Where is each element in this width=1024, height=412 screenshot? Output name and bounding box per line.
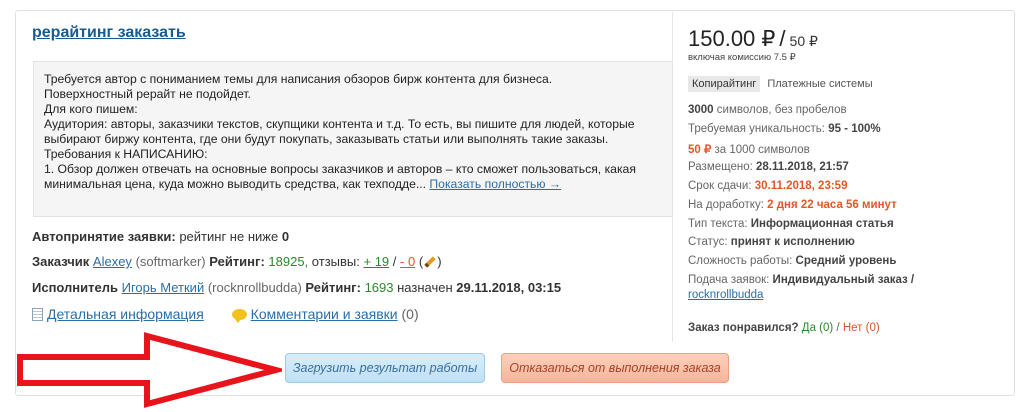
executor-name-link[interactable]: Игорь Меткий (122, 280, 205, 295)
description-line: Поверхностный рерайт не подойдет. (44, 87, 251, 101)
upload-result-button[interactable]: Загрузить результат работы (285, 353, 485, 383)
category-tags: Копирайтинг Платежные системы (688, 76, 873, 92)
comments-link[interactable]: Комментарии и заявки (251, 306, 398, 322)
description-line: Требуется автор с пониманием темы для на… (44, 72, 553, 86)
positive-reviews-link[interactable]: + 19 (364, 254, 390, 269)
price: 150.00 ₽/50 ₽ (688, 26, 818, 51)
customer-row: Заказчик Alexey (softmarker) Рейтинг: 18… (32, 254, 442, 269)
order-title-link[interactable]: рерайтинг заказать (32, 24, 186, 42)
status-info: Статус: принят к исполнению (688, 236, 855, 248)
deadline-info: Срок сдачи: 30.11.2018, 23:59 (688, 180, 848, 192)
details-link[interactable]: Детальная информация (47, 306, 204, 322)
subcategory-tag[interactable]: Платежные системы (767, 78, 872, 90)
text-type-info: Тип текста: Информационная статья (688, 218, 894, 230)
auto-accept-row: Автопринятие заявки: рейтинг не ниже 0 (32, 229, 290, 244)
liked-row: Заказ понравился? Да (0) / Нет (0) (688, 322, 880, 334)
posted-info: Размещено: 28.11.2018, 21:57 (688, 161, 849, 173)
application-user: rocknrollbudda (688, 289, 763, 301)
comment-bubble-icon (231, 309, 247, 323)
category-tag[interactable]: Копирайтинг (688, 76, 761, 92)
executor-row: Исполнитель Игорь Меткий (rocknrollbudda… (32, 280, 562, 295)
document-icon (32, 308, 43, 321)
order-description: Требуется автор с пониманием темы для на… (33, 61, 673, 217)
description-line: Аудитория: авторы, заказчики текстов, ск… (44, 117, 635, 146)
negative-reviews-link[interactable]: - 0 (400, 254, 415, 269)
customer-name-link[interactable]: Alexey (93, 254, 132, 269)
description-line: 1. Обзор должен отвечать на основные воп… (44, 162, 636, 191)
links-row: Детальная информация Комментарии и заявк… (32, 306, 419, 323)
liked-no-link[interactable]: Нет (0) (843, 322, 880, 334)
rate-info: 50 ₽ за 1000 символов (688, 144, 810, 156)
refuse-order-button[interactable]: Отказаться от выполнения заказа (501, 353, 729, 383)
revision-info: На доработку: 2 дня 22 часа 56 минут (688, 199, 897, 211)
liked-yes-link[interactable]: Да (0) (802, 322, 833, 334)
show-full-link[interactable]: Показать полностью → (429, 177, 561, 191)
difficulty-info: Сложность работы: Средний уровень (688, 255, 897, 267)
chars-info: 3000 символов, без пробелов (688, 104, 847, 116)
commission-note: включая комиссию 7.5 ₽ (688, 52, 796, 63)
uniqueness-info: Требуемая уникальность: 95 - 100% (688, 123, 881, 135)
pencil-icon[interactable] (424, 256, 436, 268)
application-info: Подача заявок: Индивидуальный заказ / (688, 274, 915, 286)
application-user-link[interactable]: rocknrollbudda (688, 289, 763, 301)
description-line: Требования к НАПИСАНИЮ: (44, 147, 208, 161)
description-line: Для кого пишем: (44, 102, 138, 116)
red-arrow-icon (17, 332, 282, 408)
